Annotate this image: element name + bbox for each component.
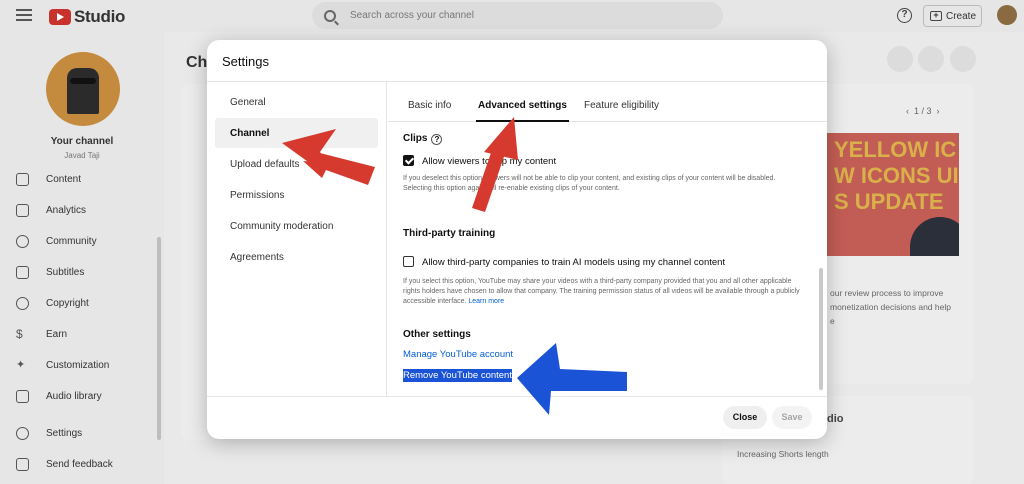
content-scrollbar[interactable] [819, 268, 823, 390]
channel-tabs: Basic info Advanced settings Feature eli… [388, 82, 827, 122]
help-circle-icon[interactable]: ? [431, 134, 443, 145]
card-pager[interactable]: ‹ 1 / 3 › [906, 106, 940, 116]
audio-library-icon [16, 389, 29, 403]
page-title: Ch [186, 54, 208, 71]
promo-thumbnail[interactable]: YELLOW IC W ICONS UI S UPDATE [826, 133, 959, 256]
top-bar: Studio Search across your channel ? + Cr… [0, 0, 1024, 32]
clips-checkbox-label: Allow viewers to clip my content [422, 156, 557, 167]
sidebar-item-settings[interactable]: Settings [0, 423, 164, 443]
settings-nav-general[interactable]: General [215, 87, 378, 117]
clips-heading: Clips? [403, 133, 443, 145]
create-plus-icon: + [930, 11, 942, 21]
advanced-settings-content: Clips? Allow viewers to clip my content … [388, 123, 827, 396]
tab-feature-eligibility[interactable]: Feature eligibility [584, 82, 659, 122]
sidebar-item-content[interactable]: Content [0, 169, 164, 189]
other-settings-heading: Other settings [403, 329, 471, 340]
wand-icon: ✦ [16, 358, 26, 371]
feedback-icon [16, 457, 29, 471]
community-icon [16, 234, 29, 248]
sidebar-item-audio-library[interactable]: Audio library [0, 386, 164, 406]
close-button[interactable]: Close [723, 406, 767, 429]
settings-nav-upload-defaults[interactable]: Upload defaults [215, 149, 378, 179]
live-icon[interactable] [918, 46, 944, 72]
studio-sidebar: Your channel Javad Taji Content Analytic… [0, 32, 164, 484]
news-text-line: our review process to improve [830, 288, 944, 298]
third-party-checkbox[interactable] [403, 256, 414, 267]
settings-nav-community-moderation[interactable]: Community moderation [215, 211, 378, 241]
account-avatar[interactable] [997, 5, 1017, 25]
create-button[interactable]: + Create [923, 5, 982, 27]
settings-nav-channel[interactable]: Channel [215, 118, 378, 148]
news-text-line: monetization decisions and help [830, 302, 951, 312]
third-party-checkbox-label: Allow third-party companies to train AI … [422, 257, 726, 268]
remove-content-link[interactable]: Remove YouTube content [403, 369, 512, 382]
ideas-text: Increasing Shorts length [737, 449, 829, 459]
channel-avatar[interactable] [46, 52, 120, 126]
help-circle-icon[interactable]: ? [897, 8, 912, 23]
sidebar-item-earn[interactable]: $ Earn [0, 324, 164, 344]
search-icon [324, 9, 336, 22]
dialog-title: Settings [222, 54, 269, 69]
third-party-heading: Third-party training [403, 228, 496, 239]
analytics-icon [16, 203, 29, 217]
ideas-heading: dio [827, 413, 844, 425]
settings-nav-agreements[interactable]: Agreements [215, 242, 378, 272]
settings-nav: General Channel Upload defaults Permissi… [207, 82, 387, 396]
edit-icon[interactable] [950, 46, 976, 72]
manage-account-link[interactable]: Manage YouTube account [403, 349, 513, 360]
subtitles-icon [16, 265, 29, 279]
channel-subtitle: Javad Taji [64, 151, 100, 160]
create-label: Create [946, 10, 977, 22]
sidebar-item-send-feedback[interactable]: Send feedback [0, 454, 164, 474]
tab-basic-info[interactable]: Basic info [408, 82, 451, 122]
upload-icon[interactable] [887, 46, 913, 72]
tab-advanced-settings[interactable]: Advanced settings [476, 82, 569, 122]
logo-text: Studio [74, 7, 126, 26]
third-party-description: If you select this option, YouTube may s… [403, 278, 800, 305]
sidebar-item-community[interactable]: Community [0, 231, 164, 251]
channel-title: Your channel [50, 136, 114, 147]
gear-icon [16, 426, 29, 440]
search-placeholder: Search across your channel [350, 10, 474, 21]
youtube-play-icon [49, 9, 71, 25]
learn-more-link[interactable]: Learn more [468, 298, 504, 305]
settings-dialog: Settings General Channel Upload defaults… [207, 40, 827, 439]
content-icon [16, 172, 29, 186]
clips-checkbox[interactable] [403, 155, 414, 166]
sidebar-item-subtitles[interactable]: Subtitles [0, 262, 164, 282]
dollar-icon: $ [16, 326, 23, 341]
clips-description: If you deselect this option, viewers wil… [403, 175, 776, 192]
sidebar-item-analytics[interactable]: Analytics [0, 200, 164, 220]
save-button[interactable]: Save [772, 406, 812, 429]
sidebar-scrollbar[interactable] [157, 237, 161, 440]
copyright-icon [16, 296, 29, 310]
studio-logo[interactable]: Studio [49, 7, 125, 27]
settings-nav-permissions[interactable]: Permissions [215, 180, 378, 210]
sidebar-item-customization[interactable]: ✦ Customization [0, 355, 164, 375]
sidebar-item-copyright[interactable]: Copyright [0, 293, 164, 313]
search-bar[interactable]: Search across your channel [312, 2, 723, 29]
news-text-line: e [830, 316, 835, 326]
menu-icon[interactable] [16, 9, 32, 21]
